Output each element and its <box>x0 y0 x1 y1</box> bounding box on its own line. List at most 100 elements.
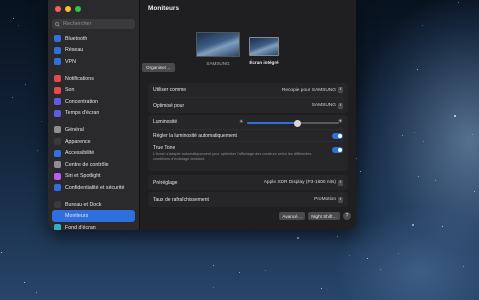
star <box>23 281 25 283</box>
brightness-label: Luminosité <box>153 119 178 125</box>
use-as-row: Utiliser comme Recopie pour SAMSUNG ⇕ <box>153 83 343 98</box>
brightness-slider-fill <box>247 122 298 124</box>
refresh-label: Taux de rafraîchissement <box>153 196 209 203</box>
true-tone-text: True Tone L'écran s'adapte automatiqueme… <box>153 145 323 161</box>
star <box>359 171 361 173</box>
true-tone-row: True Tone L'écran s'adapte automatiqueme… <box>153 142 343 161</box>
wallpaper-icon <box>54 224 61 230</box>
optimize-row: Optimisé pour SAMSUNG ⇕ <box>153 98 343 113</box>
chevron-updown-icon: ⇕ <box>338 179 343 186</box>
sidebar-item-label: Notifications <box>65 75 94 82</box>
system-settings-window: Rechercher Bluetooth Réseau VPN Notificatio… <box>48 0 356 230</box>
minimize-button[interactable] <box>65 6 71 12</box>
preset-group: Préréglage Apple XDR Display (P3-1600 ni… <box>148 175 348 190</box>
sidebar-item-16[interactable]: Fond d'écran <box>52 222 135 230</box>
advanced-button[interactable]: Avancé… <box>279 212 306 220</box>
true-tone-description: L'écran s'adapte automatiquement pour op… <box>153 152 312 161</box>
sidebar-item-13[interactable]: Confidentialité et sécurité <box>52 182 135 194</box>
sidebar-item-6[interactable]: Concentration <box>52 96 135 108</box>
auto-brightness-label: Régler la luminosité automatiquement <box>153 132 237 139</box>
sidebar-item-4[interactable]: Notifications <box>52 73 135 85</box>
star <box>379 268 381 270</box>
sidebar-item-label: Fond d'écran <box>65 224 96 230</box>
sidebar-item-1[interactable]: Bluetooth <box>52 33 135 45</box>
true-tone-label: True Tone <box>153 145 176 151</box>
control-center-icon <box>54 161 61 169</box>
sidebar-item-10[interactable]: Accessibilité <box>52 147 135 159</box>
use-as-select[interactable]: Recopie pour SAMSUNG ⇕ <box>282 87 343 93</box>
sidebar-item-3[interactable]: VPN <box>52 56 135 68</box>
sidebar-item-2[interactable]: Réseau <box>52 45 135 57</box>
appearance-icon <box>54 138 61 146</box>
star <box>11 97 13 99</box>
sidebar-item-label: Centre de contrôle <box>65 161 109 168</box>
search-placeholder: Rechercher <box>63 21 92 27</box>
network-icon <box>54 46 61 54</box>
chevron-updown-icon: ⇕ <box>338 87 343 93</box>
display-samsung[interactable]: SAMSUNG <box>196 32 240 66</box>
night-shift-button[interactable]: Night Shift… <box>308 212 340 220</box>
sidebar-item-8[interactable]: Général <box>52 124 135 136</box>
sidebar-item-14[interactable]: Bureau et Dock <box>52 199 135 211</box>
brightness-low-icon: ☀ <box>239 119 244 125</box>
page-title: Moniteurs <box>148 5 180 12</box>
star <box>36 149 38 151</box>
star <box>397 252 399 254</box>
preset-value: Apple XDR Display (P3-1600 nits) <box>263 180 336 185</box>
display-builtin[interactable]: Écran intégré <box>249 37 279 65</box>
brightness-slider[interactable] <box>247 119 339 127</box>
brightness-row: Luminosité ☀ ☀ <box>153 115 343 130</box>
organize-button[interactable]: Organiser… <box>142 63 175 72</box>
brightness-high-icon: ☀ <box>337 119 343 125</box>
accessibility-icon <box>54 149 61 157</box>
optimize-label: Optimisé pour <box>153 102 185 109</box>
star <box>36 291 38 293</box>
footer-buttons: Avancé… Night Shift… ? <box>279 212 351 220</box>
sidebar-item-label: Moniteurs <box>65 213 89 220</box>
refresh-row: Taux de rafraîchissement ProMotion ⇕ <box>153 192 343 207</box>
sidebar-item-label: Siri et Spotlight <box>65 173 101 180</box>
search-input[interactable]: Rechercher <box>52 19 135 29</box>
dock-icon <box>54 201 61 209</box>
zoom-button[interactable] <box>75 6 81 12</box>
sidebar-item-label: Général <box>65 126 84 133</box>
builtin-screen-thumbnail <box>249 37 279 56</box>
bluetooth-icon <box>54 35 61 43</box>
close-button[interactable] <box>55 6 61 12</box>
display-icon <box>54 212 61 220</box>
auto-brightness-toggle[interactable] <box>332 132 343 139</box>
brightness-slider-knob[interactable] <box>294 119 302 127</box>
samsung-screen-thumbnail <box>196 32 240 57</box>
refresh-select[interactable]: ProMotion ⇕ <box>314 196 343 203</box>
sidebar-item-11[interactable]: Centre de contrôle <box>52 159 135 171</box>
optimize-select[interactable]: SAMSUNG ⇕ <box>311 102 343 109</box>
preset-row: Préréglage Apple XDR Display (P3-1600 ni… <box>153 175 343 190</box>
sidebar-item-label: Apparence <box>65 138 91 145</box>
brightness-group: Luminosité ☀ ☀ Régler la luminosité auto… <box>148 115 348 171</box>
star <box>17 24 19 26</box>
sidebar-item-label: VPN <box>65 58 76 65</box>
sidebar-item-9[interactable]: Apparence <box>52 136 135 148</box>
hand-icon <box>54 184 61 192</box>
moon-icon <box>54 98 61 106</box>
sidebar-item-12[interactable]: Siri et Spotlight <box>52 171 135 183</box>
preset-select[interactable]: Apple XDR Display (P3-1600 nits) ⇕ <box>263 179 343 186</box>
preset-label: Préréglage <box>153 179 178 186</box>
display-arrangement: SAMSUNG Écran intégré Organiser… <box>140 18 356 74</box>
star <box>212 286 214 288</box>
true-tone-toggle[interactable] <box>332 147 343 153</box>
sidebar-item-15[interactable]: Moniteurs <box>52 210 135 222</box>
sidebar-item-7[interactable]: Temps d'écran <box>52 108 135 120</box>
optimize-value: SAMSUNG <box>311 103 336 108</box>
star <box>416 68 418 70</box>
sidebar-item-label: Temps d'écran <box>65 110 100 117</box>
sidebar-group-separator <box>52 194 135 199</box>
help-button[interactable]: ? <box>343 212 351 220</box>
sound-icon <box>54 86 61 94</box>
sidebar-item-5[interactable]: Son <box>52 84 135 96</box>
star <box>422 24 424 26</box>
use-as-label: Utiliser comme <box>153 87 187 93</box>
chevron-updown-icon: ⇕ <box>338 102 343 109</box>
sidebar-nav: Bluetooth Réseau VPN Notifications Son Concen… <box>52 33 135 230</box>
refresh-value: ProMotion <box>314 197 336 202</box>
